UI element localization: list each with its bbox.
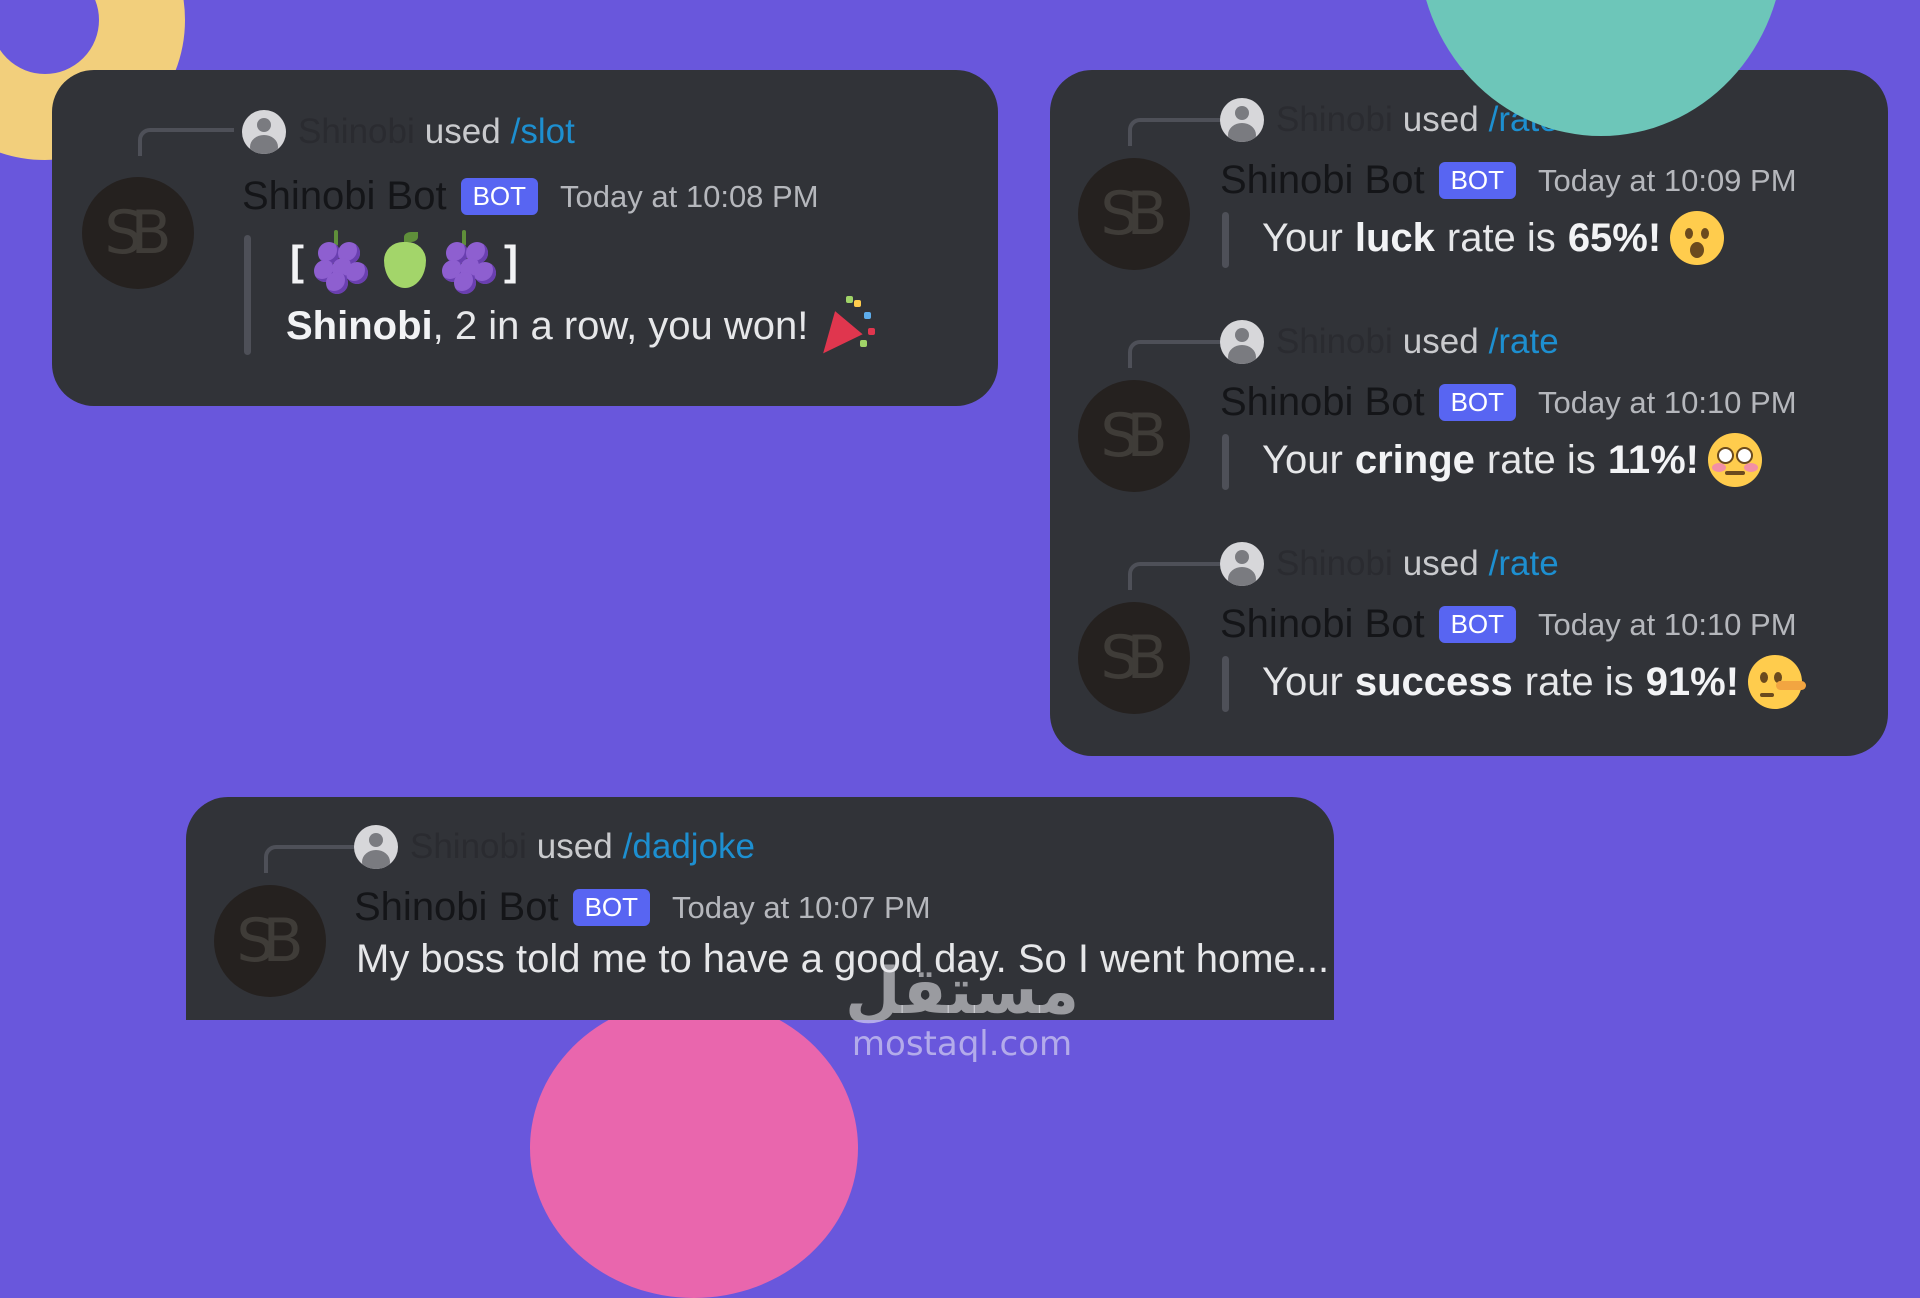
bot-avatar[interactable]: SB — [1078, 602, 1190, 714]
timestamp[interactable]: Today at 10:10 PM — [1538, 385, 1797, 421]
slot-message-card: Shinobi used /slot SB Shinobi Bot BOT To… — [52, 70, 998, 406]
hushed-face-icon — [1669, 210, 1725, 266]
rate-middle: rate is — [1486, 437, 1596, 482]
message-header: Shinobi Bot BOT Today at 10:09 PM — [1220, 158, 1797, 203]
party-popper-icon — [809, 296, 876, 365]
reply-reference[interactable]: Shinobi used /rate — [1220, 542, 1559, 586]
rate-category: luck — [1354, 215, 1435, 260]
bot-avatar-initials: SB — [236, 906, 303, 976]
bot-avatar[interactable]: SB — [214, 885, 326, 997]
bot-name[interactable]: Shinobi Bot — [1220, 380, 1425, 425]
result-text: , 2 in a row, you won! — [432, 303, 809, 348]
reply-command-link[interactable]: /dadjoke — [623, 827, 755, 867]
slot-close-bracket: ] — [504, 237, 518, 284]
rate-result: Your cringe rate is 11%! — [1262, 432, 1763, 488]
rate-prefix: Your — [1262, 437, 1343, 482]
dadjoke-message-card: Shinobi used /dadjoke SB Shinobi Bot BOT… — [186, 797, 1334, 1020]
rate-value: 91%! — [1645, 659, 1740, 704]
rate-result: Your success rate is 91%! — [1262, 654, 1807, 710]
slot-result: Shinobi, 2 in a row, you won! — [286, 296, 876, 365]
bot-badge: BOT — [1438, 606, 1517, 643]
rate-middle: rate is — [1446, 215, 1556, 260]
pear-icon — [374, 230, 434, 292]
bot-name[interactable]: Shinobi Bot — [1220, 158, 1425, 203]
bot-badge: BOT — [1438, 162, 1517, 199]
reply-username[interactable]: Shinobi — [1276, 100, 1393, 140]
bot-avatar-initials: SB — [1100, 623, 1167, 693]
slot-reels: [ ] — [286, 230, 522, 294]
reply-username[interactable]: Shinobi — [1276, 544, 1393, 584]
reply-command-link[interactable]: /rate — [1489, 322, 1559, 362]
default-user-avatar-icon — [1220, 98, 1264, 142]
bot-avatar-initials: SB — [1100, 179, 1167, 249]
reply-command-link[interactable]: /slot — [511, 112, 575, 152]
rate-category: success — [1354, 659, 1513, 704]
reply-connector — [1128, 562, 1224, 590]
reply-reference[interactable]: Shinobi used /rate — [1220, 320, 1559, 364]
reply-connector — [138, 128, 234, 156]
reply-command-link[interactable]: /rate — [1489, 544, 1559, 584]
embed-accent-bar — [1222, 434, 1229, 490]
timestamp[interactable]: Today at 10:07 PM — [672, 890, 931, 926]
message-header: Shinobi Bot BOT Today at 10:10 PM — [1220, 380, 1797, 425]
dadjoke-text: My boss told me to have a good day. So I… — [356, 937, 1330, 981]
bot-name[interactable]: Shinobi Bot — [1220, 602, 1425, 647]
reply-used-label: used — [1402, 322, 1479, 361]
rate-prefix: Your — [1262, 659, 1343, 704]
flushed-face-icon — [1707, 432, 1763, 488]
reply-username[interactable]: Shinobi — [410, 827, 527, 867]
rate-category: cringe — [1354, 437, 1475, 482]
reply-username[interactable]: Shinobi — [1276, 322, 1393, 362]
default-user-avatar-icon — [354, 825, 398, 869]
bot-name[interactable]: Shinobi Bot — [242, 174, 447, 219]
watermark-latin: mostaql.com — [851, 1024, 1073, 1064]
reply-reference[interactable]: Shinobi used /dadjoke — [354, 825, 755, 869]
reply-used-label: used — [1402, 100, 1479, 139]
embed-accent-bar — [1222, 212, 1229, 268]
rate-value: 11%! — [1607, 437, 1699, 482]
reply-username[interactable]: Shinobi — [298, 112, 415, 152]
reply-used-label: used — [1402, 544, 1479, 583]
bot-badge: BOT — [572, 889, 651, 926]
grapes-icon — [310, 230, 370, 294]
default-user-avatar-icon — [1220, 320, 1264, 364]
rate-prefix: Your — [1262, 215, 1343, 260]
bot-avatar[interactable]: SB — [1078, 158, 1190, 270]
watermark: مستقل mostaql.com — [845, 960, 1079, 1064]
timestamp[interactable]: Today at 10:08 PM — [560, 179, 819, 215]
timestamp[interactable]: Today at 10:10 PM — [1538, 607, 1797, 643]
message-header: Shinobi Bot BOT Today at 10:10 PM — [1220, 602, 1797, 647]
bot-badge: BOT — [1438, 384, 1517, 421]
default-user-avatar-icon — [242, 110, 286, 154]
bot-avatar-initials: SB — [104, 198, 171, 268]
reply-connector — [264, 845, 360, 873]
message-header: Shinobi Bot BOT Today at 10:08 PM — [242, 174, 819, 219]
message-header: Shinobi Bot BOT Today at 10:07 PM — [354, 885, 931, 930]
rate-value: 65%! — [1567, 215, 1662, 260]
lying-face-icon — [1747, 654, 1807, 710]
rate-middle: rate is — [1524, 659, 1634, 704]
reply-connector — [1128, 340, 1224, 368]
timestamp[interactable]: Today at 10:09 PM — [1538, 163, 1797, 199]
reply-used-label: used — [536, 827, 613, 866]
watermark-arabic: مستقل — [845, 955, 1080, 1029]
rate-result: Your luck rate is 65%! — [1262, 210, 1725, 266]
bot-name[interactable]: Shinobi Bot — [354, 885, 559, 930]
bot-badge: BOT — [460, 178, 539, 215]
bot-avatar[interactable]: SB — [1078, 380, 1190, 492]
bot-avatar[interactable]: SB — [82, 177, 194, 289]
decorative-pink-circle — [530, 998, 858, 1298]
embed-accent-bar — [244, 235, 251, 355]
default-user-avatar-icon — [1220, 542, 1264, 586]
bot-avatar-initials: SB — [1100, 401, 1167, 471]
reply-used-label: used — [424, 112, 501, 151]
winner-name: Shinobi — [286, 303, 433, 348]
embed-accent-bar — [1222, 656, 1229, 712]
slot-open-bracket: [ — [290, 237, 304, 284]
grapes-icon — [438, 230, 498, 294]
reply-reference[interactable]: Shinobi used /slot — [242, 110, 575, 154]
rate-messages-card: Shinobi used /rate SB Shinobi Bot BOT To… — [1050, 70, 1888, 756]
reply-connector — [1128, 118, 1224, 146]
